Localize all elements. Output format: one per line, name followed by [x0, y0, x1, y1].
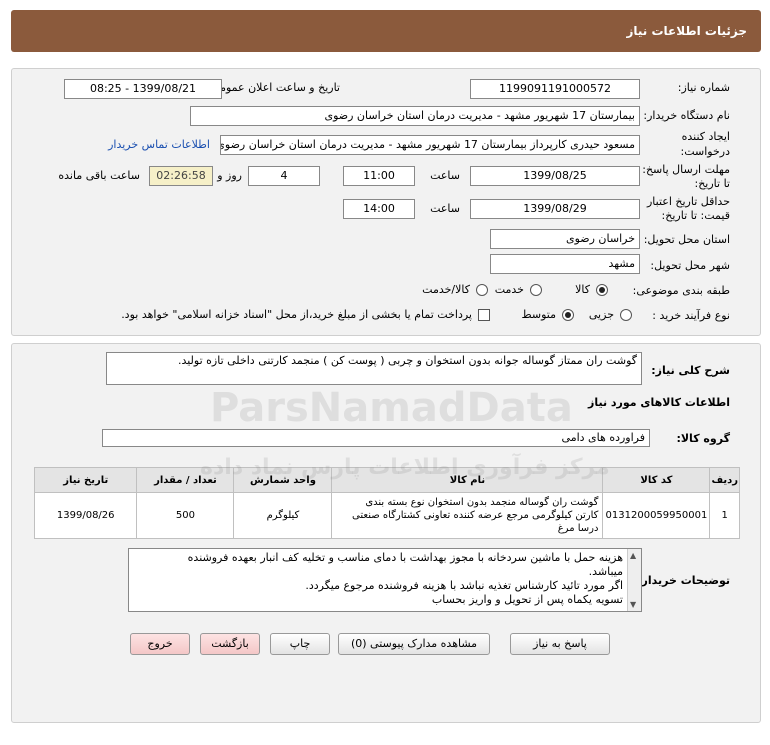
- deadline-time-field: 11:00: [343, 166, 415, 186]
- payment-note: پرداخت تمام یا بخشی از مبلغ خرید،از محل …: [121, 308, 472, 321]
- cell-date: 1399/08/26: [33, 492, 138, 539]
- process-minor-label: جزیی: [588, 308, 614, 321]
- category-both-label: کالا/خدمت: [422, 283, 470, 296]
- category-label: طبقه بندی موضوعی:: [632, 284, 730, 297]
- remaining-label: ساعت باقی مانده: [58, 169, 140, 182]
- cell-name-line-1: گوشت ران گوساله منجمد بدون استخوان نوع ب…: [365, 497, 599, 508]
- cell-row: 1: [709, 492, 740, 539]
- remaining-time-field: 02:26:58: [149, 166, 213, 186]
- page-title: جزئیات اطلاعات نیاز: [626, 24, 747, 38]
- attachments-button[interactable]: مشاهده مدارک پیوستی (0): [338, 633, 490, 655]
- cell-qty: 500: [136, 492, 235, 539]
- category-goods-label: کالا: [575, 283, 590, 296]
- validity-time-label: ساعت: [430, 202, 460, 215]
- col-code: کد کالا: [602, 467, 711, 493]
- cell-name-line-3: درسا مرغ: [557, 523, 599, 534]
- validity-label-2: قیمت: تا تاریخ:: [661, 209, 730, 222]
- validity-label-1: حداقل تاریخ اعتبار: [646, 195, 730, 208]
- col-date: تاریخ نیاز: [33, 467, 138, 493]
- buyer-org-label: نام دستگاه خریدار:: [643, 109, 730, 122]
- print-button[interactable]: چاپ: [270, 633, 330, 655]
- city-field: مشهد: [490, 254, 640, 274]
- buyer-org-field: بیمارستان 17 شهریور مشهد - مدیریت درمان …: [190, 106, 640, 126]
- cell-name: گوشت ران گوساله منجمد بدون استخوان نوع ب…: [331, 492, 604, 539]
- category-both-radio[interactable]: [476, 284, 488, 296]
- table-row: 1 0131200059950001 گوشت ران گوساله منجمد…: [33, 492, 740, 539]
- page-header: جزئیات اطلاعات نیاز: [11, 10, 761, 52]
- scroll-down-icon[interactable]: ▼: [630, 600, 636, 609]
- category-service-radio[interactable]: [530, 284, 542, 296]
- buyer-notes-line-4: تسویه یکماه پس از تحویل و واریز بحساب: [431, 593, 623, 606]
- cell-name-line-2: کارتن کیلوگرمی مرجع عرضه کننده تعاونی کش…: [352, 510, 599, 521]
- exit-button[interactable]: خروج: [130, 633, 190, 655]
- validity-date-field: 1399/08/29: [470, 199, 640, 219]
- cell-code: 0131200059950001: [602, 492, 711, 539]
- process-label: نوع فرآیند خرید :: [652, 309, 730, 322]
- creator-label-2: درخواست:: [680, 145, 730, 158]
- goods-group-field: فراورده های دامی: [102, 429, 650, 447]
- goods-group-label: گروه کالا:: [676, 432, 730, 445]
- deadline-time-label: ساعت: [430, 169, 460, 182]
- contact-buyer-link[interactable]: اطلاعات تماس خریدار: [108, 138, 210, 151]
- col-row: ردیف: [709, 467, 740, 493]
- buyer-notes-textarea[interactable]: هزینه حمل با ماشین سردخانه با مجوز بهداش…: [128, 548, 642, 612]
- days-remaining-field: 4: [248, 166, 320, 186]
- treasury-checkbox[interactable]: [478, 309, 490, 321]
- category-goods-radio[interactable]: [596, 284, 608, 296]
- need-number-field: 1199091191000572: [470, 79, 640, 99]
- creator-field: مسعود حیدری کارپرداز بیمارستان 17 شهریور…: [220, 135, 640, 155]
- need-number-label: شماره نیاز:: [677, 81, 730, 94]
- validity-time-field: 14:00: [343, 199, 415, 219]
- days-label: روز و: [217, 169, 242, 182]
- description-label: شرح کلی نیاز:: [651, 364, 730, 377]
- deadline-label-1: مهلت ارسال پاسخ:: [642, 163, 730, 176]
- buyer-notes-line-3: اگر مورد تائید کارشناس تغذیه نباشد با هز…: [305, 579, 623, 592]
- watermark-tagline: مرکز فرآوری اطلاعات پارس نماد داده: [200, 455, 610, 480]
- buyer-notes-line-1: هزینه حمل با ماشین سردخانه با مجوز بهداش…: [187, 551, 623, 564]
- category-service-label: خدمت: [494, 283, 524, 296]
- scroll-up-icon[interactable]: ▲: [630, 551, 636, 560]
- watermark-brand: ParsNamadData: [210, 385, 573, 431]
- announce-field: 1399/08/21 - 08:25: [64, 79, 222, 99]
- creator-label-1: ایجاد کننده: [681, 130, 730, 143]
- city-label: شهر محل تحویل:: [650, 259, 730, 272]
- announce-label: تاریخ و ساعت اعلان عمومی:: [207, 81, 340, 94]
- goods-section-title: اطلاعات کالاهای مورد نیاز: [588, 396, 730, 409]
- description-field: گوشت ران ممتاز گوساله جوانه بدون استخوان…: [106, 352, 642, 385]
- buyer-notes-line-2: میباشد.: [588, 565, 623, 578]
- reply-button[interactable]: پاسخ به نیاز: [510, 633, 610, 655]
- back-button[interactable]: بازگشت: [200, 633, 260, 655]
- buyer-notes-label: توضیحات خریدار:: [637, 574, 730, 587]
- deadline-label-2: تا تاریخ:: [694, 177, 730, 190]
- province-field: خراسان رضوی: [490, 229, 640, 249]
- deadline-date-field: 1399/08/25: [470, 166, 640, 186]
- need-info-panel: شماره نیاز: 1199091191000572 تاریخ و ساع…: [11, 68, 761, 336]
- process-minor-radio[interactable]: [620, 309, 632, 321]
- process-medium-radio[interactable]: [562, 309, 574, 321]
- cell-unit: کیلوگرم: [233, 492, 333, 539]
- buyer-notes-scrollbar[interactable]: ▲ ▼: [627, 549, 641, 611]
- process-medium-label: متوسط: [521, 308, 556, 321]
- province-label: استان محل تحویل:: [643, 233, 730, 246]
